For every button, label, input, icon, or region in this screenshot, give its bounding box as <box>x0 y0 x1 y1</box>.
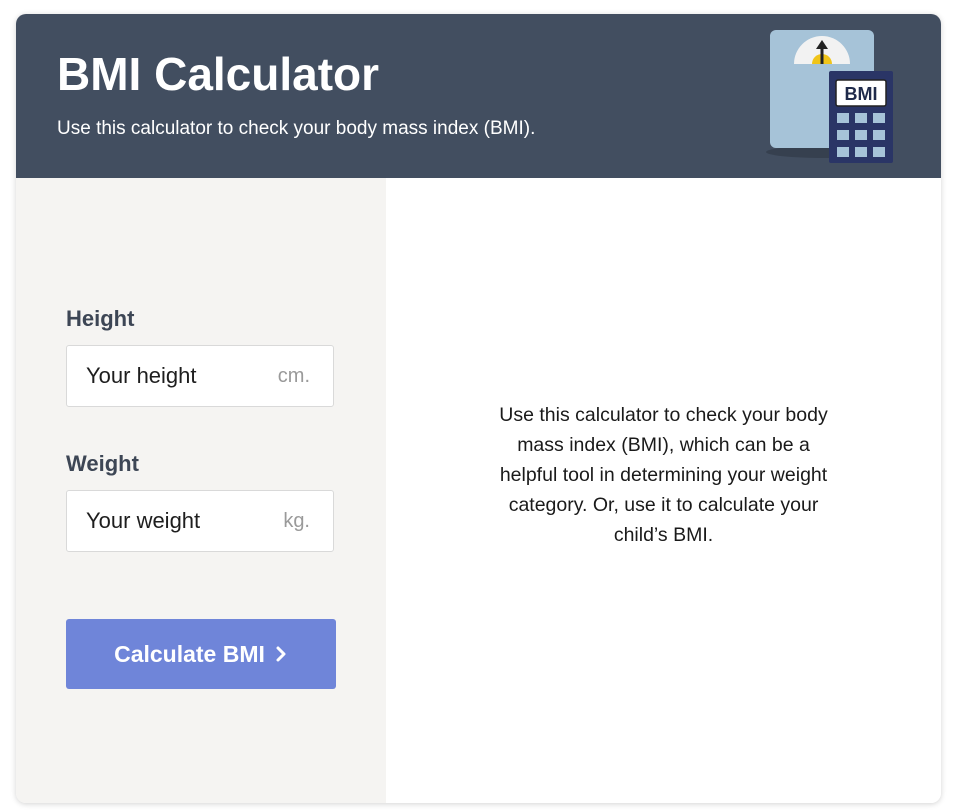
page-subtitle: Use this calculator to check your body m… <box>57 118 536 139</box>
weight-unit: kg. <box>283 510 310 532</box>
weight-input[interactable] <box>67 491 267 551</box>
page-title: BMI Calculator <box>57 48 380 100</box>
illustration-badge: BMI <box>845 84 878 104</box>
height-unit: cm. <box>277 365 310 387</box>
info-description: Use this calculator to check your body m… <box>499 404 828 546</box>
calculate-bmi-label: Calculate BMI <box>114 640 265 667</box>
height-field[interactable]: cm. <box>66 345 334 407</box>
input-panel: Height cm. Weight kg. Calculate BMI <box>16 178 386 803</box>
bmi-illustration-icon: BMI <box>764 24 906 164</box>
weight-field[interactable]: kg. <box>66 490 334 552</box>
calculate-bmi-button[interactable]: Calculate BMI <box>66 619 336 689</box>
calculator-header: BMI Calculator Use this calculator to ch… <box>16 14 941 178</box>
height-input[interactable] <box>67 346 267 406</box>
chevron-right-icon <box>276 646 286 662</box>
height-label: Height <box>66 306 135 331</box>
bmi-calculator-card: BMI Calculator Use this calculator to ch… <box>16 14 941 803</box>
result-panel: Use this calculator to check your body m… <box>386 178 941 803</box>
weight-label: Weight <box>66 451 139 476</box>
